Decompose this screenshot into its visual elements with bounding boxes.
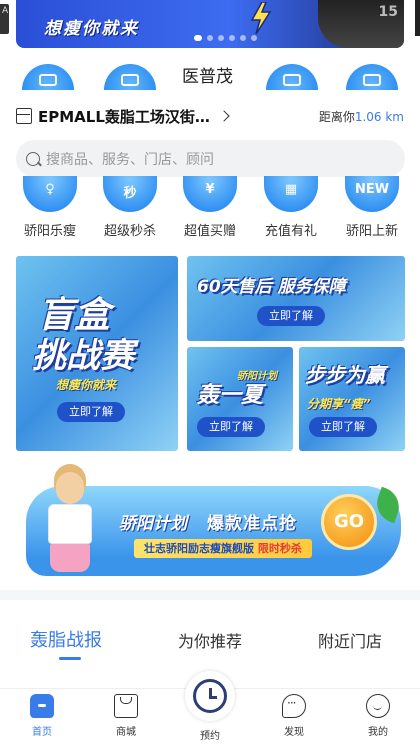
go-button[interactable]: GO — [321, 494, 377, 550]
banner-brand: 骄阳计划 — [119, 514, 187, 534]
category-label: 骄阳上新 — [345, 224, 398, 239]
blindbox-challenge-promo[interactable]: 盲盒 挑战赛 想瘦你就来 立即了解 — [16, 256, 178, 451]
carousel-dot[interactable] — [194, 35, 202, 41]
category-item[interactable]: ♀ 骄阳乐瘦 — [14, 176, 86, 239]
new-icon: NEW — [345, 176, 399, 212]
banner-slogan: 想瘦你就来 — [44, 19, 139, 39]
learn-more-button[interactable]: 立即了解 — [309, 417, 377, 437]
category-item[interactable]: NEW 骄阳上新 — [336, 176, 408, 239]
chevron-right-icon[interactable] — [218, 110, 230, 122]
star-badge-icon[interactable] — [266, 64, 318, 90]
step-to-win-promo[interactable]: 步步为赢 分期享“瘦” 立即了解 — [299, 347, 405, 451]
tab-fat-burn-report[interactable]: 轰脂战报 — [30, 626, 102, 652]
category-label: 充值有礼 — [264, 224, 317, 239]
nav-label: 预约 — [200, 731, 220, 742]
carousel-dot[interactable] — [240, 35, 246, 41]
nav-appointment[interactable] — [185, 671, 235, 721]
promo-title: 步步为赢 — [305, 363, 385, 387]
category-item[interactable]: ▦ 充值有礼 — [255, 176, 327, 239]
learn-more-button[interactable]: 立即了解 — [57, 402, 125, 422]
yuan-icon: ¥ — [183, 176, 237, 212]
top-carousel-banner[interactable]: 想瘦你就来 15 — [16, 0, 404, 48]
slim-icon: ♀ — [23, 176, 77, 212]
promo-title: 60天售后 服务保障 — [197, 277, 346, 297]
section-divider — [0, 590, 420, 600]
strip-highlight: 限时秒杀 — [257, 542, 302, 555]
nav-label: 发现 — [284, 727, 304, 738]
store-name[interactable]: EPMALL轰脂工场汉街… — [38, 106, 210, 127]
gift-icon: ▦ — [264, 176, 318, 212]
category-label: 超级秒杀 — [103, 224, 156, 239]
category-grid: ♀ 骄阳乐瘦 秒 超级秒杀 ¥ 超值买赠 ▦ 充值有礼 NEW 骄阳上新 — [0, 176, 420, 242]
home-page: A 想瘦你就来 15 医普茂 EPMALL轰脂工场汉街… 距离你1.06 km — [0, 0, 420, 746]
category-item[interactable]: 秒 超级秒杀 — [94, 176, 166, 239]
calendar-icon[interactable] — [22, 64, 74, 90]
nav-home[interactable]: 首页 — [0, 689, 84, 738]
banner-strip: 壮志骄阳励志瘦旗舰版 限时秒杀 — [134, 539, 312, 558]
category-label: 骄阳乐瘦 — [23, 224, 76, 239]
home-icon — [30, 694, 54, 718]
edge-marker — [415, 0, 420, 36]
search-icon — [26, 151, 40, 166]
store-icon — [16, 108, 32, 124]
nav-label: 我的 — [368, 727, 388, 738]
nav-shop[interactable]: 商城 — [84, 689, 168, 738]
flash-sale-banner[interactable]: 骄阳计划 爆款准点抢 壮志骄阳励志瘦旗舰版 限时秒杀 GO — [16, 466, 405, 579]
nav-me[interactable]: 我的 — [336, 689, 420, 738]
learn-more-button[interactable]: 立即了解 — [257, 306, 325, 326]
promo-title: 挑战赛 — [32, 336, 134, 376]
carousel-dot[interactable] — [218, 35, 224, 41]
strip-text: 壮志骄阳励志瘦旗舰版 — [144, 542, 258, 555]
flash-sale-icon: 秒 — [103, 176, 157, 212]
learn-more-button[interactable]: 立即了解 — [197, 417, 265, 437]
active-tab-indicator — [59, 657, 81, 660]
profile-face-icon — [366, 694, 390, 718]
search-placeholder: 搜商品、服务、门店、顾问 — [46, 151, 214, 168]
category-item[interactable]: ¥ 超值买赠 — [174, 176, 246, 239]
doctor-name-label: 医普茂 — [180, 62, 235, 87]
promo-title: 轰一夏 — [197, 383, 264, 408]
wallet-icon[interactable] — [346, 64, 398, 90]
carousel-dot[interactable] — [251, 35, 257, 41]
bottom-navigation: 首页 商城 预约 发现 我的 — [0, 671, 420, 746]
nav-label: 商城 — [116, 727, 136, 738]
status-indicator: A — [0, 4, 9, 34]
distance-prefix: 距离你 — [318, 110, 355, 124]
carousel-dot[interactable] — [207, 35, 213, 41]
promo-subtitle: 分期享“瘦” — [307, 397, 371, 411]
distance-value: 1.06 km — [354, 110, 404, 124]
shop-bag-icon — [114, 694, 138, 718]
chat-bubble-icon — [282, 694, 306, 718]
carousel-dot[interactable] — [229, 35, 235, 41]
status-number: 15 — [378, 4, 398, 20]
store-distance: 距离你1.06 km — [319, 108, 404, 125]
tab-recommended[interactable]: 为你推荐 — [178, 628, 242, 652]
banner-headline: 爆款准点抢 — [207, 514, 297, 534]
tab-nearby-stores[interactable]: 附近门店 — [318, 628, 382, 652]
search-input[interactable]: 搜商品、服务、门店、顾问 — [16, 140, 405, 177]
lightning-icon — [250, 2, 272, 34]
clock-icon — [193, 679, 227, 713]
store-selector[interactable]: EPMALL轰脂工场汉街… 距离你1.06 km — [16, 102, 408, 130]
nav-label: 首页 — [32, 727, 52, 738]
summer-plan-promo[interactable]: 骄阳计划 轰一夏 立即了解 — [187, 347, 293, 451]
nav-discover[interactable]: 发现 — [252, 689, 336, 738]
cart-icon[interactable] — [104, 64, 156, 90]
carousel-dots — [194, 35, 257, 41]
promo-subtitle: 想瘦你就来 — [56, 378, 117, 392]
after-sale-guarantee-promo[interactable]: 60天售后 服务保障 立即了解 — [187, 256, 405, 341]
category-label: 超值买赠 — [183, 224, 236, 239]
model-image — [38, 470, 100, 578]
